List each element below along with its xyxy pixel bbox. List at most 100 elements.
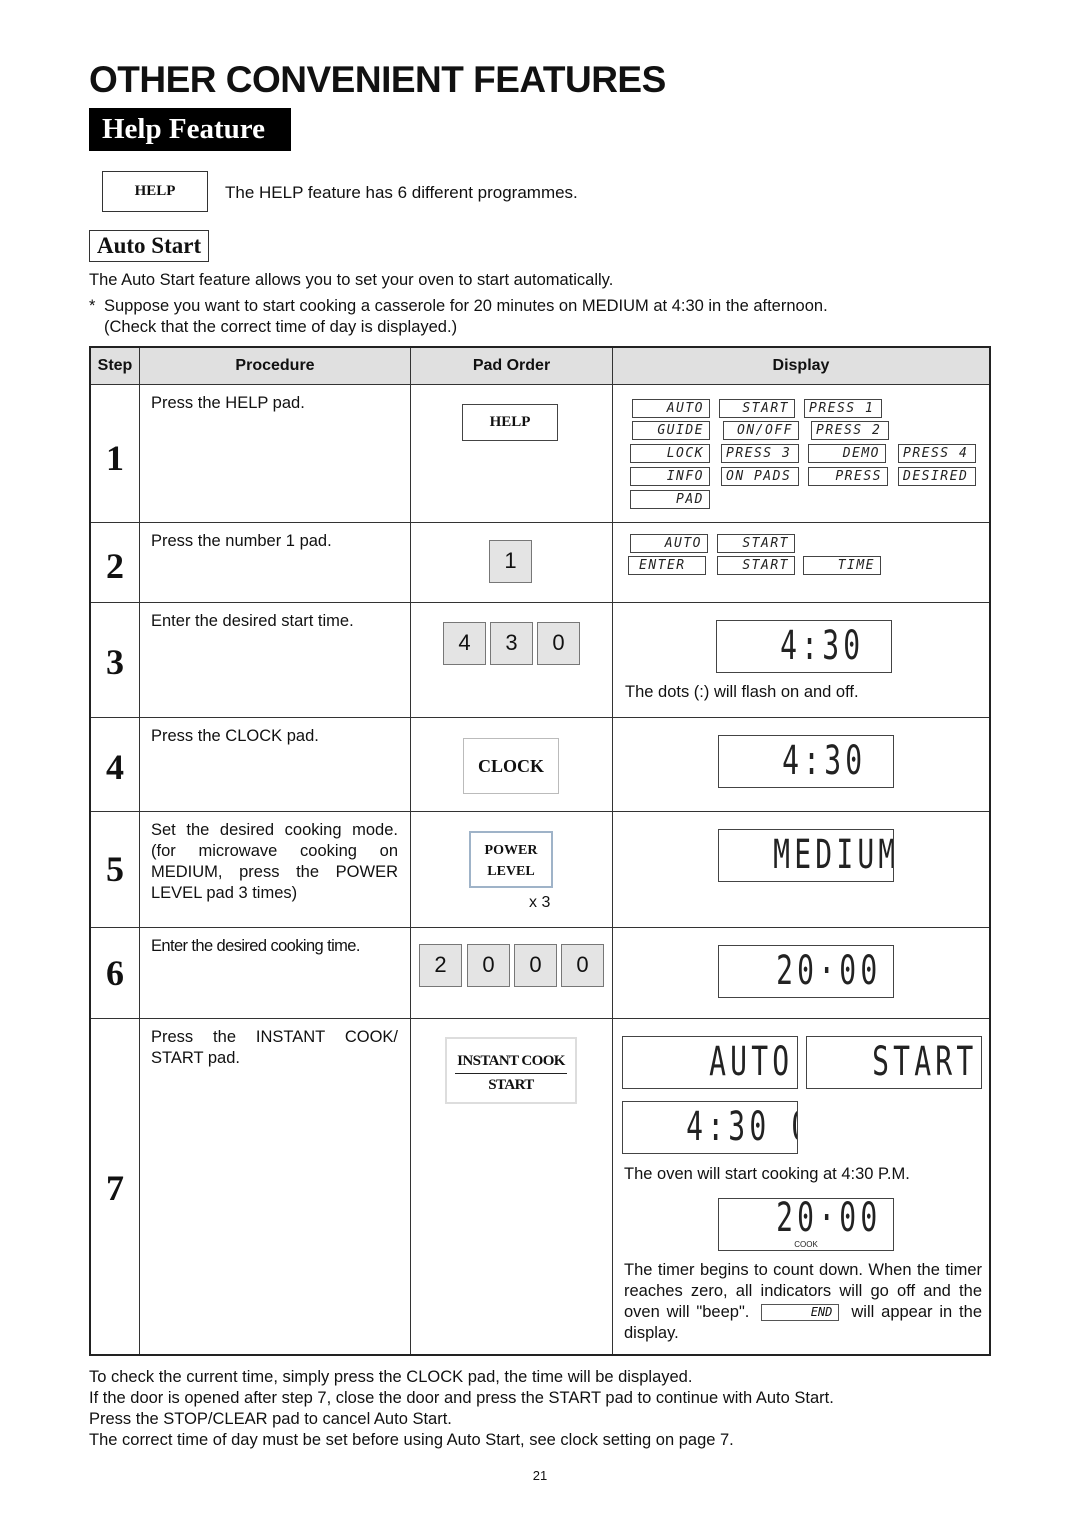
lcd-display: 4:30	[716, 620, 892, 673]
pad-cell: 1	[410, 522, 613, 603]
help-pad-icon: HELP	[462, 404, 558, 441]
display-note: The dots (:) will flash on and off.	[625, 683, 859, 701]
pad-cell: 2 0 0 0	[410, 927, 613, 1019]
lcd-panel: START	[717, 556, 795, 575]
lcd-panel: PRESS 2	[811, 421, 889, 440]
procedure-cell: Enter the desired start time.	[139, 602, 411, 718]
display-cell: MEDIUM	[612, 811, 991, 928]
footer-notes: To check the current time, simply press …	[89, 1367, 834, 1451]
lcd-display: START	[806, 1036, 982, 1089]
lcd-panel: ENTER	[628, 556, 706, 575]
lcd-panel: GUIDE	[632, 421, 710, 440]
lcd-panel: ON PADS	[721, 467, 799, 486]
display-cell: 4:30 The dots (:) will flash on and off.	[612, 602, 991, 718]
lcd-panel: PRESS 3	[721, 444, 799, 463]
pad-label-line-1: INSTANT COOK	[455, 1050, 567, 1074]
section-banner: Help Feature	[89, 108, 291, 151]
footer-line: The correct time of day must be set befo…	[89, 1431, 734, 1449]
lcd-display: 4:30	[718, 735, 894, 788]
lcd-value: AUTO	[708, 1039, 793, 1085]
cook-indicator: COOK	[794, 1240, 818, 1249]
number-pad-key: 4	[443, 622, 486, 665]
procedure-cell: Press the CLOCK pad.	[139, 717, 411, 812]
intro-text: The Auto Start feature allows you to set…	[89, 271, 614, 289]
step-cell: 6	[89, 927, 140, 1019]
lcd-value: 20·00	[775, 948, 882, 994]
number-pad-key: 2	[419, 944, 462, 987]
procedure-text: Press the INSTANT COOK/ START pad.	[151, 1028, 398, 1067]
example-note: * Suppose you want to start cooking a cas…	[89, 296, 828, 338]
clock-pad-icon: CLOCK	[463, 738, 559, 794]
procedure-text: Enter the desired start time.	[151, 612, 354, 630]
table-row: 4 Press the CLOCK pad. CLOCK 4:30	[89, 717, 991, 812]
lcd-display: MEDIUM	[718, 829, 894, 882]
step-number: 2	[106, 546, 124, 586]
table-row: 6 Enter the desired cooking time. 2 0 0 …	[89, 927, 991, 1019]
lcd-panel: DEMO	[808, 444, 886, 463]
procedure-text: Press the HELP pad.	[151, 394, 305, 412]
page-number: 21	[532, 1468, 548, 1483]
header-display: Display	[612, 346, 991, 385]
number-pad-key: 0	[514, 944, 557, 987]
step-cell: 1	[89, 384, 140, 523]
step-cell: 7	[89, 1018, 140, 1355]
table-row: 1 Press the HELP pad. HELP AUTO START PR…	[89, 384, 991, 523]
lcd-display: 20·00	[718, 945, 894, 998]
subsection-heading: Auto Start	[89, 230, 210, 262]
display-cell: 4:30	[612, 717, 991, 812]
lcd-panel: ON/OFF	[723, 421, 799, 440]
lcd-end-indicator: END	[761, 1304, 840, 1322]
step-cell: 5	[89, 811, 140, 928]
lcd-panel: INFO	[630, 467, 710, 486]
lcd-panel: LOCK	[630, 444, 710, 463]
procedure-text: Set the desired cooking mode. (for micro…	[151, 821, 398, 902]
help-description: The HELP feature has 6 different program…	[225, 183, 578, 202]
step-number: 5	[106, 849, 124, 889]
lcd-panel: PRESS 1	[804, 399, 882, 418]
number-pad-key: 0	[537, 622, 580, 665]
lcd-panel: AUTO	[630, 534, 708, 553]
lcd-panel: START	[717, 534, 795, 553]
step-number: 4	[106, 747, 124, 787]
step-cell: 4	[89, 717, 140, 812]
instant-cook-start-pad-icon: INSTANT COOK START	[445, 1037, 577, 1104]
table-row: 7 Press the INSTANT COOK/ START pad. INS…	[89, 1018, 991, 1355]
lcd-panel: TIME	[803, 556, 881, 575]
number-pad-key: 1	[489, 540, 532, 583]
header-step: Step	[89, 346, 140, 385]
pad-cell: INSTANT COOK START	[410, 1018, 613, 1355]
pad-label-line-2: START	[488, 1077, 534, 1093]
footer-line: Press the STOP/CLEAR pad to cancel Auto …	[89, 1410, 452, 1428]
display-cell: AUTO START ENTER START TIME	[612, 522, 991, 603]
lcd-panel: START	[719, 399, 795, 418]
lcd-display: AUTO	[622, 1036, 798, 1089]
pad-label-line-1: POWER	[484, 843, 538, 858]
lcd-panel: PRESS	[808, 467, 888, 486]
pad-cell: CLOCK	[410, 717, 613, 812]
pad-cell: HELP	[410, 384, 613, 523]
table-row: 5 Set the desired cooking mode. (for mic…	[89, 811, 991, 928]
number-pad-key: 0	[467, 944, 510, 987]
procedure-cell: Set the desired cooking mode. (for micro…	[139, 811, 411, 928]
lcd-panel: DESIRED	[898, 467, 976, 486]
step-number: 7	[106, 1168, 124, 1208]
lcd-panel: AUTO	[632, 399, 710, 418]
display-note: The oven will start cooking at 4:30 P.M.	[624, 1165, 910, 1183]
power-level-pad-icon: POWER LEVEL	[469, 831, 553, 888]
press-multiplier: x 3	[529, 894, 551, 911]
lcd-value: 4:30 ON	[686, 1104, 797, 1150]
page-title: OTHER CONVENIENT FEATURES	[89, 59, 666, 100]
table-header-row: Step Procedure Pad Order Display	[89, 346, 991, 385]
lcd-panel: PRESS 4	[898, 444, 976, 463]
lcd-value: 20·00	[775, 1198, 882, 1241]
lcd-display: 20·00 COOK	[718, 1198, 894, 1251]
procedure-cell: Press the number 1 pad.	[139, 522, 411, 603]
footer-line: If the door is opened after step 7, clos…	[89, 1389, 834, 1407]
lcd-value: 4:30	[781, 738, 867, 784]
display-cell: AUTO START PRESS 1 GUIDE ON/OFF PRESS 2 …	[612, 384, 991, 523]
procedure-table: Step Procedure Pad Order Display 1 Press…	[89, 346, 991, 1356]
pad-label-line-2: LEVEL	[487, 864, 535, 879]
table-row: 3 Enter the desired start time. 4 3 0 4:…	[89, 602, 991, 718]
lcd-panel: PAD	[630, 490, 710, 509]
step-number: 1	[106, 438, 124, 478]
